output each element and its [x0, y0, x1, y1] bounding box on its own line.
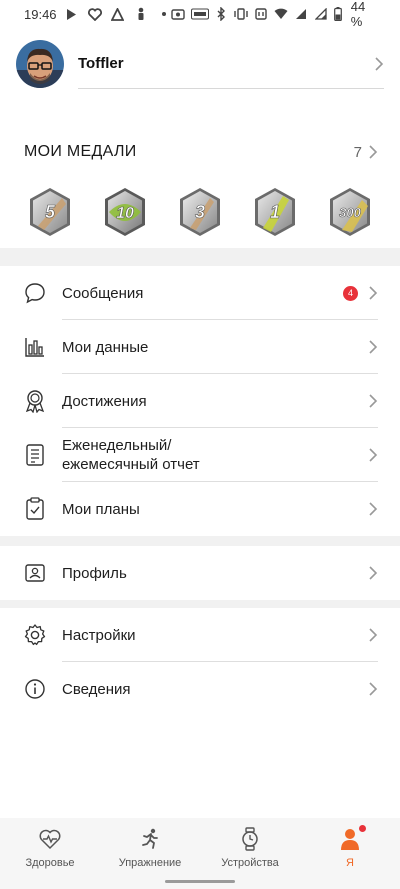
nav-label: Здоровье [25, 857, 75, 869]
play-store-icon [65, 7, 79, 21]
chevron-right-icon [368, 628, 378, 642]
heart-icon [87, 7, 102, 21]
home-indicator[interactable] [165, 880, 235, 883]
menu-item-label: Сведения [62, 680, 131, 698]
status-time: 19:46 [24, 6, 57, 22]
avatar[interactable] [16, 40, 64, 88]
medal-badge[interactable]: 300 [324, 186, 376, 238]
award-icon [22, 388, 48, 414]
id-card-icon [22, 560, 48, 586]
medal-badge[interactable]: 3 [174, 186, 226, 238]
medals-header[interactable]: МОИ МЕДАЛИ 7 [24, 143, 378, 161]
status-bar: 19:46 44 % [0, 0, 400, 29]
dot-icon [157, 7, 171, 21]
nav-tab-health[interactable]: Здоровье [0, 818, 100, 889]
wifi-icon [274, 7, 288, 21]
section-separator [0, 536, 400, 546]
report-icon [22, 442, 48, 468]
nav-tab-exercise[interactable]: Упражнение [100, 818, 200, 889]
menu-item-label-line1: Еженедельный/ [62, 437, 172, 454]
nav-tab-me[interactable]: Я [300, 818, 400, 889]
chevron-right-icon [368, 340, 378, 354]
medals-title: МОИ МЕДАЛИ [24, 143, 137, 160]
nav-label: Я [346, 857, 354, 869]
info-icon [22, 676, 48, 702]
medals-row: 5 10 3 1 300 [24, 186, 376, 238]
section-separator [0, 600, 400, 608]
menu-item-messages[interactable]: Сообщения 4 [0, 266, 400, 320]
menu-item-label: Сообщения [62, 284, 144, 302]
notification-badge: 4 [343, 285, 358, 301]
chat-bubble-icon [22, 280, 48, 306]
menu-item-settings[interactable]: Настройки [0, 608, 400, 662]
chevron-right-icon [368, 502, 378, 516]
menu-item-label: Настройки [62, 626, 136, 644]
clipboard-check-icon [22, 496, 48, 522]
menu-item-label: Еженедельный/ ежемесячный отчет [62, 436, 200, 474]
medals-count-value: 7 [353, 143, 362, 161]
bluetooth-icon [215, 7, 229, 21]
nav-label: Устройства [221, 857, 279, 869]
signal-icon [294, 7, 308, 21]
nav-label: Упражнение [118, 857, 182, 869]
medal-badge[interactable]: 1 [249, 186, 301, 238]
medals-count[interactable]: 7 [354, 144, 378, 161]
medal-label: 3 [195, 202, 205, 222]
chevron-right-icon [368, 566, 378, 580]
auto-icon [190, 7, 209, 21]
running-icon [138, 827, 162, 851]
bar-chart-icon [22, 334, 48, 360]
medal-badge[interactable]: 5 [24, 186, 76, 238]
chevron-right-icon [368, 145, 378, 159]
notification-dot [359, 825, 366, 832]
menu-item-label: Достижения [62, 392, 147, 410]
chevron-right-icon [368, 286, 378, 300]
menu-item-achievements[interactable]: Достижения [0, 374, 400, 428]
menu-item-label-line2: ежемесячный отчет [62, 456, 200, 473]
nfc-icon [254, 7, 268, 21]
medal-label: 1 [270, 202, 280, 222]
profile-name-row[interactable]: Toffler [78, 39, 384, 89]
chevron-right-icon [368, 682, 378, 696]
chevron-right-icon [368, 394, 378, 408]
menu-item-report[interactable]: Еженедельный/ ежемесячный отчет [0, 428, 400, 482]
gear-icon [22, 622, 48, 648]
profile-header[interactable]: Toffler [16, 38, 384, 90]
chevron-right-icon [368, 448, 378, 462]
medal-label: 300 [339, 205, 361, 220]
figure-icon [134, 7, 148, 21]
menu-item-label: Мои планы [62, 500, 140, 518]
battery-percent: 44 % [350, 0, 366, 29]
menu-item-my-plans[interactable]: Мои планы [0, 482, 400, 536]
menu-item-label: Профиль [62, 564, 127, 582]
medal-label: 5 [45, 202, 56, 222]
watch-icon [238, 827, 262, 851]
screenshot-icon [170, 7, 185, 21]
nav-tab-devices[interactable]: Устройства [200, 818, 300, 889]
bottom-nav: Здоровье Упражнение Устройства Я [0, 818, 400, 889]
chevron-right-icon [374, 56, 384, 71]
strava-icon [111, 7, 125, 21]
menu-item-info[interactable]: Сведения [0, 662, 400, 716]
signal-2-icon [314, 7, 328, 21]
profile-name: Toffler [78, 55, 124, 72]
medal-label: 10 [116, 205, 134, 222]
battery-icon [334, 7, 343, 21]
vibrate-icon [234, 7, 249, 21]
medal-badge[interactable]: 10 [99, 186, 151, 238]
menu-item-my-data[interactable]: Мои данные [0, 320, 400, 374]
menu-item-label: Мои данные [62, 338, 149, 356]
menu-item-profile[interactable]: Профиль [0, 546, 400, 600]
person-icon [338, 825, 366, 851]
section-separator [0, 248, 400, 266]
heart-pulse-icon [38, 827, 62, 851]
